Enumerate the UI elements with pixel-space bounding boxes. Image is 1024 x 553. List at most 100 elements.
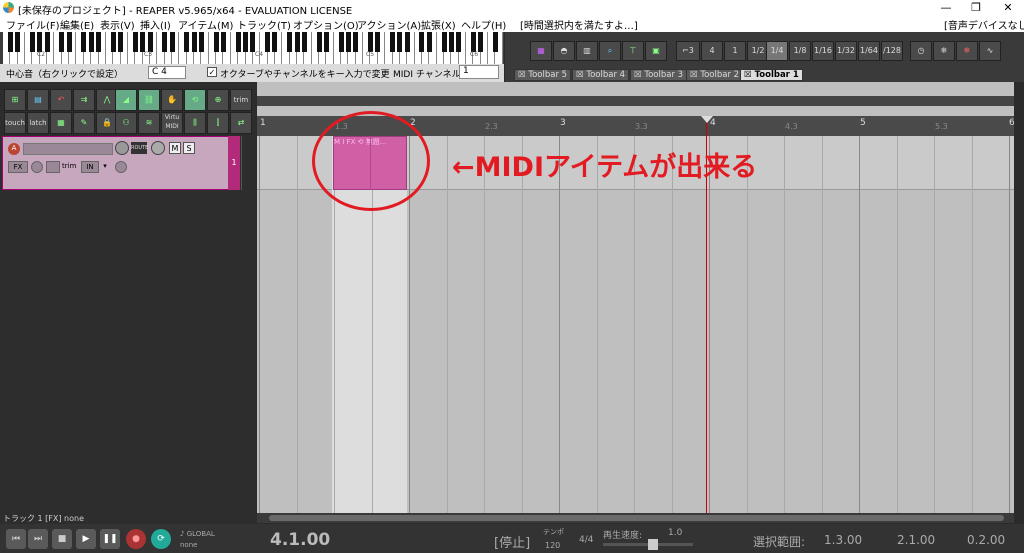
- piano-black-key[interactable]: [294, 32, 300, 52]
- grid-button[interactable]: 1/8: [789, 41, 811, 61]
- menu-insert[interactable]: 挿入(I): [140, 17, 171, 32]
- piano-black-key[interactable]: [316, 32, 322, 52]
- zoom-cursor-icon[interactable]: ⊕: [207, 89, 229, 111]
- repeat-button[interactable]: ⟳: [151, 529, 171, 549]
- selection-start[interactable]: 1.3.00: [824, 533, 862, 547]
- go-to-end-button[interactable]: ⏭: [28, 529, 48, 549]
- piano-black-key[interactable]: [59, 32, 65, 52]
- route-button[interactable]: ROUTE: [131, 142, 148, 154]
- tab-toolbar-4[interactable]: ☒ Toolbar 4: [572, 69, 630, 81]
- tempo-value[interactable]: 120: [545, 541, 560, 550]
- loop-icon[interactable]: ⟲: [184, 89, 206, 111]
- piano-black-key[interactable]: [221, 32, 226, 52]
- piano-black-key[interactable]: [338, 32, 344, 52]
- unfreeze-icon[interactable]: ❄: [956, 41, 978, 61]
- mixer-faders-icon[interactable]: ⫼: [184, 112, 206, 134]
- minimize-button[interactable]: —: [932, 0, 960, 16]
- track-name-field[interactable]: [23, 143, 113, 155]
- piano-black-key[interactable]: [323, 32, 329, 52]
- position-display[interactable]: 4.1.00: [270, 530, 330, 550]
- piano-black-key[interactable]: [96, 32, 102, 52]
- piano-black-key[interactable]: [162, 32, 168, 52]
- piano-black-key[interactable]: [345, 32, 351, 52]
- automation-mode-label[interactable]: trim: [62, 162, 76, 170]
- piano-black-key[interactable]: [191, 32, 197, 52]
- wave-edit-icon[interactable]: ≋: [138, 112, 160, 134]
- input-dropdown-icon[interactable]: ▾: [99, 161, 111, 173]
- piano-black-key[interactable]: [29, 32, 35, 52]
- go-to-start-button[interactable]: ⏮: [6, 529, 26, 549]
- piano-black-key[interactable]: [301, 32, 307, 52]
- write-icon[interactable]: ✎: [73, 112, 95, 134]
- record-button[interactable]: ●: [126, 529, 146, 549]
- automation-none-label[interactable]: none: [180, 541, 197, 549]
- piano-black-key[interactable]: [15, 32, 21, 52]
- virtual-midi-keyboard-button[interactable]: Virtu MIDI: [161, 112, 183, 134]
- piano-black-key[interactable]: [198, 32, 204, 52]
- tab-toolbar-1[interactable]: ☒ Toolbar 1: [740, 69, 803, 81]
- color-palette-icon[interactable]: ▦: [530, 41, 552, 61]
- menu-time-selection-fill[interactable]: [時間選択内を満たすよ…]: [520, 17, 638, 32]
- piano-black-key[interactable]: [441, 32, 447, 52]
- mixer-icon[interactable]: ▥: [576, 41, 598, 61]
- freeze-icon[interactable]: ❄: [933, 41, 955, 61]
- grid-button[interactable]: 1/64: [858, 41, 880, 61]
- waveform-icon[interactable]: ∿: [979, 41, 1001, 61]
- tab-toolbar-2[interactable]: ☒ Toolbar 2: [686, 69, 744, 81]
- monitor-icon[interactable]: [115, 161, 127, 173]
- pin-icon[interactable]: ⊤: [622, 41, 644, 61]
- center-note-field[interactable]: C 4: [148, 66, 186, 79]
- link-icon[interactable]: ⛓: [138, 89, 160, 111]
- scrollbar-thumb[interactable]: [269, 515, 1004, 521]
- mute-button[interactable]: M: [169, 142, 181, 154]
- piano-keyboard[interactable]: C2 C3 C4 C5 C6: [3, 32, 503, 64]
- piano-black-key[interactable]: [397, 32, 403, 52]
- piano-black-key[interactable]: [147, 32, 153, 52]
- track-header[interactable]: A ROUTE M S FX trim IN ▾: [2, 136, 240, 190]
- piano-black-key[interactable]: [213, 32, 219, 52]
- piano-black-key[interactable]: [44, 32, 50, 52]
- piano-black-key[interactable]: [426, 32, 432, 52]
- grid-button-selected[interactable]: 1/4: [766, 41, 788, 61]
- menu-view[interactable]: 表示(V): [100, 17, 135, 32]
- grid-button[interactable]: 1/32: [835, 41, 857, 61]
- tab-toolbar-3[interactable]: ☒ Toolbar 3: [630, 69, 688, 81]
- save-icon[interactable]: ▤: [27, 89, 49, 111]
- piano-black-key[interactable]: [375, 32, 381, 52]
- piano-black-key[interactable]: [132, 32, 138, 52]
- piano-black-key[interactable]: [81, 32, 87, 52]
- play-button[interactable]: ▶: [76, 529, 96, 549]
- cursor-marker-icon[interactable]: [701, 116, 713, 123]
- piano-black-key[interactable]: [7, 32, 13, 52]
- piano-black-key[interactable]: [419, 32, 425, 52]
- midi-channel-select[interactable]: 1: [459, 65, 499, 79]
- fx-button[interactable]: FX: [8, 161, 28, 173]
- piano-black-key[interactable]: [478, 32, 484, 52]
- menu-extensions[interactable]: 拡張(X): [421, 17, 456, 32]
- piano-black-key[interactable]: [184, 32, 190, 52]
- hand-icon[interactable]: ✋: [161, 89, 183, 111]
- piano-black-key[interactable]: [390, 32, 396, 52]
- people-icon[interactable]: ⚇: [115, 112, 137, 134]
- piano-black-key[interactable]: [169, 32, 175, 52]
- piano-black-key[interactable]: [140, 32, 146, 52]
- piano-black-key[interactable]: [404, 32, 410, 52]
- touch-mode-button[interactable]: touch: [4, 112, 26, 134]
- trim-mode-button[interactable]: trim: [230, 89, 252, 111]
- octave-channel-checkbox[interactable]: ✓: [207, 67, 217, 77]
- piano-black-key[interactable]: [37, 32, 43, 52]
- undo-icon[interactable]: ↶: [50, 89, 72, 111]
- stop-button[interactable]: ■: [52, 529, 72, 549]
- time-signature[interactable]: 4/4: [579, 535, 593, 545]
- selection-end[interactable]: 2.1.00: [897, 533, 935, 547]
- close-button[interactable]: ✕: [994, 0, 1022, 16]
- menu-file[interactable]: ファイル(F): [6, 17, 60, 32]
- playrate-value[interactable]: 1.0: [668, 528, 682, 538]
- pan-knob[interactable]: [151, 141, 165, 155]
- menu-edit[interactable]: 編集(E): [60, 17, 94, 32]
- piano-black-key[interactable]: [118, 32, 124, 52]
- piano-black-key[interactable]: [250, 32, 256, 52]
- piano-black-key[interactable]: [110, 32, 116, 52]
- metronome-icon[interactable]: ◓: [553, 41, 575, 61]
- playrate-slider-handle[interactable]: [648, 539, 658, 550]
